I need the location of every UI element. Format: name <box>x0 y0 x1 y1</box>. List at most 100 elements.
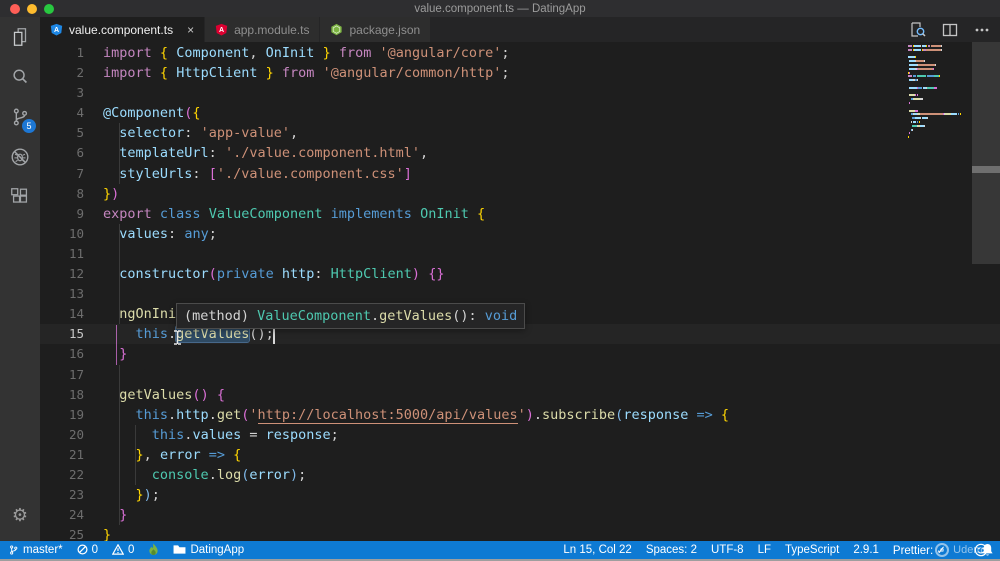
npm-package-icon <box>331 23 343 36</box>
code-line[interactable]: 12 constructor(private http: HttpClient)… <box>40 264 1000 284</box>
more-actions-button[interactable] <box>973 21 990 38</box>
code-line[interactable]: 22 console.log(error); <box>40 465 1000 485</box>
angular-module-icon: A <box>215 23 228 36</box>
tab-label: value.component.ts <box>69 22 174 37</box>
title-bar: value.component.ts — DatingApp <box>0 0 1000 17</box>
minimap-line <box>908 136 970 140</box>
code-line[interactable]: 11 <box>40 244 1000 264</box>
watermark-logo-icon <box>935 542 950 557</box>
code-line[interactable]: 9 export class ValueComponent implements … <box>40 204 1000 224</box>
text-cursor <box>273 327 275 344</box>
line-number: 3 <box>76 85 84 101</box>
window-title: value.component.ts — DatingApp <box>414 2 586 15</box>
status-item-ts-version[interactable]: 2.9.1 <box>853 544 879 556</box>
tab-app.module.ts[interactable]: Aapp.module.ts <box>205 17 321 42</box>
sidebar-item-search[interactable] <box>0 57 40 97</box>
status-item-errors[interactable]: 0 <box>77 544 98 556</box>
code-line[interactable]: 19 this.http.get('http://localhost:5000/… <box>40 405 1000 425</box>
svg-text:A: A <box>54 27 59 34</box>
status-item-folder[interactable]: DatingApp <box>173 544 244 556</box>
code-line[interactable]: 1 import { Component, OnInit } from '@ang… <box>40 43 1000 63</box>
line-number: 9 <box>76 205 84 221</box>
activity-bar: 5 ⚙ <box>0 17 40 541</box>
code-line[interactable]: 7 styleUrls: ['./value.component.css'] <box>40 164 1000 184</box>
line-number: 21 <box>68 446 84 462</box>
sidebar-item-debug[interactable] <box>0 137 40 177</box>
mouse-ibeam-cursor <box>174 330 181 345</box>
editor-actions <box>909 21 990 38</box>
git-branch-icon <box>8 544 19 556</box>
line-number: 22 <box>68 466 84 482</box>
status-label: master* <box>23 543 63 556</box>
sidebar-item-source-control[interactable]: 5 <box>0 97 40 137</box>
close-window-button[interactable] <box>10 4 20 14</box>
status-bar-left: master* 0 0 DatingApp <box>8 543 244 556</box>
scrollbar[interactable] <box>972 42 1000 264</box>
line-number: 7 <box>76 165 84 181</box>
flame-icon <box>148 543 159 556</box>
line-number: 25 <box>68 527 84 541</box>
line-number: 2 <box>76 65 84 81</box>
folder-icon <box>173 544 186 555</box>
search-icon <box>13 69 28 84</box>
line-number: 8 <box>76 185 84 201</box>
line-number: 23 <box>68 487 84 503</box>
code-line[interactable]: 13 <box>40 284 1000 304</box>
line-number: 1 <box>76 45 84 60</box>
warning-icon <box>112 544 125 555</box>
split-editor-icon <box>942 23 957 36</box>
ellipsis-icon <box>975 28 988 31</box>
code-editor[interactable]: 1 import { Component, OnInit } from '@ang… <box>40 42 1000 541</box>
status-item-language-mode[interactable]: TypeScript <box>785 544 839 556</box>
minimap[interactable] <box>908 45 970 140</box>
close-tab-icon[interactable]: × <box>187 23 194 37</box>
file-search-icon <box>911 22 926 37</box>
code-line[interactable]: 16 } <box>40 344 1000 364</box>
open-changes-button[interactable] <box>909 21 926 38</box>
code-line[interactable]: 6 templateUrl: './value.component.html', <box>40 143 1000 163</box>
status-item-warnings[interactable]: 0 <box>112 544 134 556</box>
status-label: DatingApp <box>190 543 245 556</box>
status-item-encoding[interactable]: UTF-8 <box>711 544 744 556</box>
code-line[interactable]: 18 getValues() { <box>40 385 1000 405</box>
angular-component-icon: A <box>50 23 63 36</box>
code-line[interactable]: 24 } <box>40 505 1000 525</box>
sidebar-item-extensions[interactable] <box>0 177 40 217</box>
code-line[interactable]: 10 values: any; <box>40 224 1000 244</box>
code-line[interactable]: 17 <box>40 365 1000 385</box>
split-editor-button[interactable] <box>941 21 958 38</box>
code-line[interactable]: 3 <box>40 83 1000 103</box>
code-line[interactable]: 23 }); <box>40 485 1000 505</box>
tab-label: package.json <box>349 22 421 37</box>
tab-package.json[interactable]: package.json <box>320 17 432 42</box>
sidebar-item-explorer[interactable] <box>0 17 40 57</box>
status-item-flame[interactable] <box>148 543 159 556</box>
status-item-cursor-position[interactable]: Ln 15, Col 22 <box>563 544 631 556</box>
code-line[interactable]: 8}) <box>40 184 1000 204</box>
code-line[interactable]: 2 import { HttpClient } from '@angular/co… <box>40 63 1000 83</box>
line-number: 11 <box>68 245 84 261</box>
code-line[interactable]: 5 selector: 'app-value', <box>40 123 1000 143</box>
bell-icon <box>982 544 993 556</box>
files-icon <box>13 28 27 46</box>
code-line[interactable]: 21 }, error => { <box>40 445 1000 465</box>
status-item-eol[interactable]: LF <box>758 544 771 556</box>
zoom-window-button[interactable] <box>44 4 54 14</box>
settings-button[interactable]: ⚙ <box>0 495 40 535</box>
status-label: Spaces: 2 <box>645 543 697 556</box>
code-line[interactable]: 4 @Component({ <box>40 103 1000 123</box>
line-number: 18 <box>68 386 84 402</box>
notifications-button[interactable] <box>981 543 994 561</box>
code-line[interactable]: 20 this.values = response; <box>40 425 1000 445</box>
line-number: 20 <box>68 426 84 442</box>
status-item-indentation[interactable]: Spaces: 2 <box>646 544 697 556</box>
line-number: 15 <box>68 326 84 342</box>
status-label: 0 <box>91 543 99 556</box>
source-control-badge: 5 <box>22 119 36 133</box>
tab-value.component.ts[interactable]: Avalue.component.ts × <box>40 17 206 42</box>
hover-tooltip: (method) ValueComponent.getValues(): voi… <box>176 303 526 329</box>
code-line[interactable]: 25} <box>40 525 1000 541</box>
status-item-git-branch[interactable]: master* <box>8 544 63 556</box>
minimize-window-button[interactable] <box>27 4 37 14</box>
line-number: 17 <box>68 366 84 382</box>
